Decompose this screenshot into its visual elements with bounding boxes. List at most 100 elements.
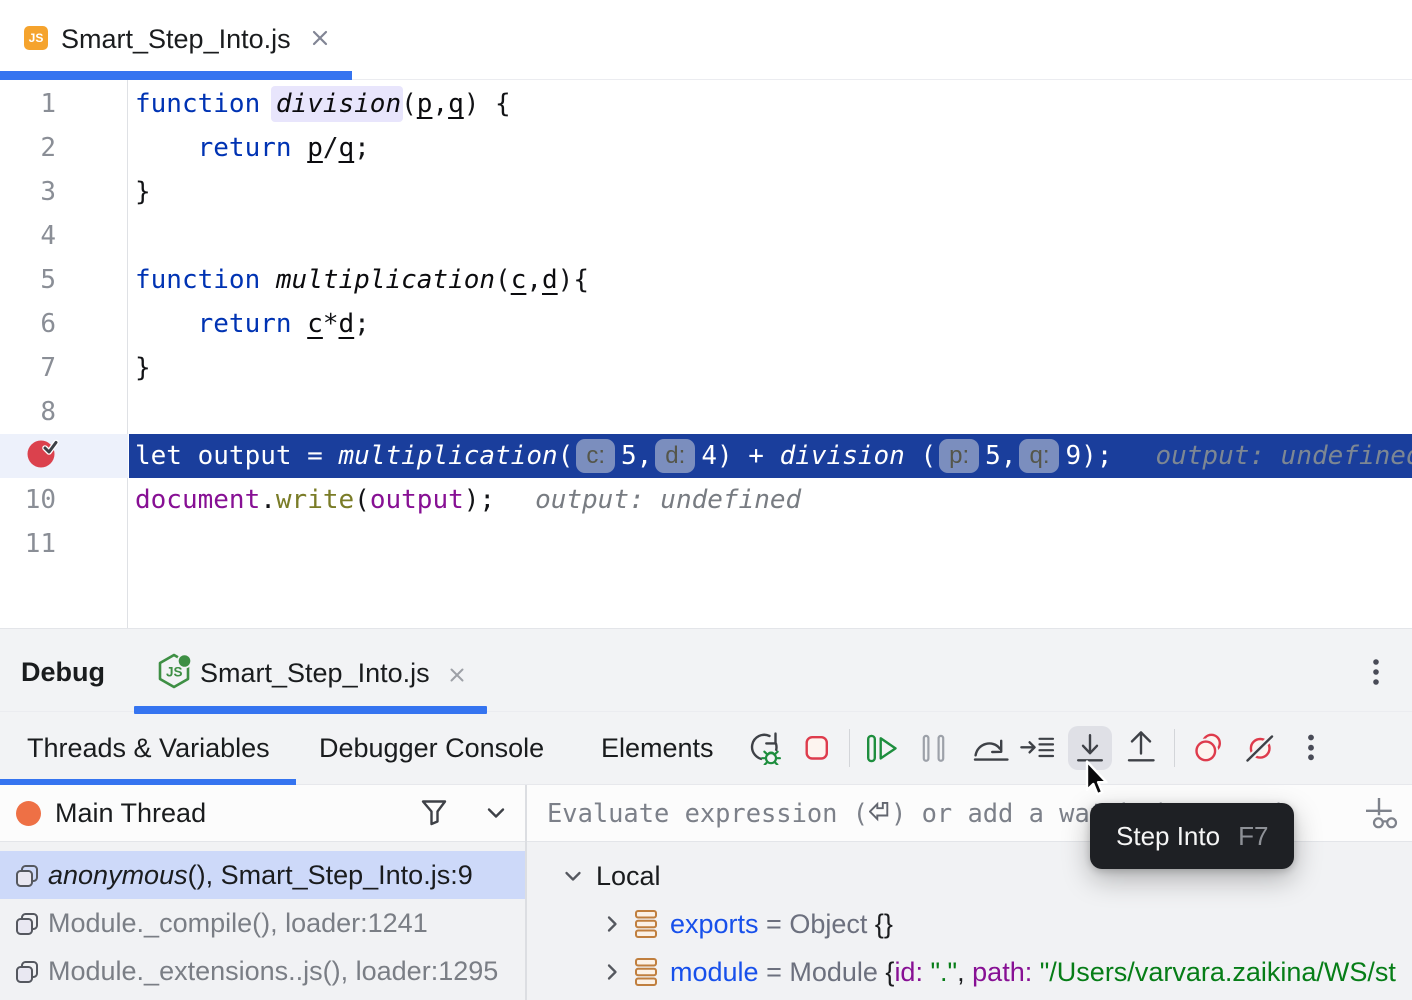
variable-type: Module	[789, 957, 878, 987]
pause-button[interactable]	[911, 726, 955, 770]
code-token: ;	[354, 133, 370, 163]
tree-row-label: module = Module {id: ".", path: "/Users/…	[670, 948, 1396, 996]
code-text-token: 5,	[621, 434, 652, 478]
parameter-token: d	[542, 265, 558, 295]
variable-icon	[634, 957, 658, 987]
code-token: ,	[526, 265, 542, 295]
code-token: ,	[432, 89, 448, 119]
active-tab-underline	[0, 71, 352, 80]
code-token	[260, 265, 276, 295]
breakpoint-icon[interactable]	[26, 437, 60, 471]
code-line-3: }	[129, 170, 1412, 214]
parameter-token: c	[307, 309, 323, 339]
frame-row[interactable]: Module._extensions..js(), loader:1295	[0, 947, 525, 995]
variable-name: exports	[670, 909, 759, 939]
debug-panel-title: Debug	[21, 657, 105, 688]
rerun-debug-button[interactable]	[742, 726, 786, 770]
string-value-token: "."	[923, 957, 957, 987]
code-line-2: return p/q;	[129, 126, 1412, 170]
close-icon[interactable]	[308, 26, 332, 50]
code-editor[interactable]: 1 2 3 4 5 6 7 8 10 11 function division(…	[0, 80, 1412, 628]
funnel-icon[interactable]	[416, 795, 452, 831]
tab-elements[interactable]: Elements	[601, 712, 714, 785]
thread-name: Main Thread	[55, 798, 206, 829]
inline-debugger-value: output: undefined	[535, 485, 801, 515]
tree-row-label: exports = Object {}	[670, 900, 893, 948]
code-text-token: 9);	[1065, 434, 1112, 478]
parameter-token: q	[339, 133, 355, 163]
mute-breakpoints-icon	[1240, 731, 1280, 765]
active-view-tab-underline	[0, 779, 296, 785]
frame-row-current[interactable]: anonymous(), Smart_Step_Into.js:9	[0, 851, 525, 899]
toolbar-more-button[interactable]	[1289, 726, 1333, 770]
more-vertical-icon[interactable]	[1364, 652, 1388, 692]
tab-threads-variables[interactable]: Threads & Variables	[27, 712, 270, 785]
gutter-line-7: 7	[0, 346, 128, 390]
variable-type: Object	[789, 909, 867, 939]
active-session-tab-underline	[134, 706, 487, 714]
close-icon[interactable]	[447, 665, 467, 685]
highlighted-identifier: division	[271, 86, 403, 122]
code-token: *	[323, 309, 339, 339]
code-token: }	[135, 177, 151, 207]
variable-row-exports[interactable]: exports = Object {}	[527, 900, 1412, 948]
mute-breakpoints-button[interactable]	[1238, 726, 1282, 770]
line-number: 7	[40, 346, 56, 390]
chevron-right-icon[interactable]	[598, 958, 626, 986]
frame-location: (), Smart_Step_Into.js:9	[188, 860, 473, 890]
resume-button[interactable]	[860, 726, 904, 770]
variable-value: {}	[867, 909, 893, 939]
editor-gutter[interactable]: 1 2 3 4 5 6 7 8 10 11	[0, 80, 128, 628]
view-breakpoints-button[interactable]	[1187, 726, 1231, 770]
gutter-line-10: 10	[0, 478, 128, 522]
force-step-into-button[interactable]	[1015, 726, 1059, 770]
view-breakpoints-icon	[1189, 731, 1229, 765]
step-over-button[interactable]	[967, 726, 1011, 770]
frame-row[interactable]: Module._compile(), loader:1241	[0, 899, 525, 947]
code-text-token: 4) +	[701, 434, 779, 478]
chevron-down-icon[interactable]	[482, 799, 510, 827]
chevron-down-icon[interactable]	[559, 862, 587, 890]
line-number: 11	[25, 522, 56, 566]
tooltip-label: Step Into	[1116, 821, 1220, 852]
variable-row-module[interactable]: module = Module {id: ".", path: "/Users/…	[527, 948, 1412, 996]
frame-location: Module._compile(), loader:1241	[48, 899, 428, 947]
code-token: }	[135, 353, 151, 383]
param-hint-p: p:	[939, 439, 979, 473]
code-token: Evaluate expression (	[547, 798, 868, 828]
parameter-token: c	[511, 265, 527, 295]
thread-selector[interactable]: Main Thread	[0, 785, 525, 841]
parameter-token: p	[307, 133, 323, 163]
code-area[interactable]: function division(p,q) { return p/q; } f…	[129, 80, 1412, 628]
code-line-11	[129, 522, 1412, 566]
code-text-token: let output =	[135, 434, 339, 478]
keyword-token: return	[198, 309, 292, 339]
code-line-9-execution-point: let output = multiplication(c:5,d:4) + d…	[129, 434, 1412, 478]
keyword-token: return	[198, 133, 292, 163]
running-badge	[179, 655, 191, 667]
code-token	[292, 133, 308, 163]
gutter-line-4: 4	[0, 214, 128, 258]
step-out-button[interactable]	[1119, 726, 1163, 770]
stop-button[interactable]	[794, 726, 838, 770]
code-token: (	[354, 485, 370, 515]
global-variable-token: output	[370, 485, 464, 515]
gutter-line-9	[0, 434, 128, 478]
line-number: 5	[40, 258, 56, 302]
pause-icon	[916, 731, 950, 765]
chevron-right-icon[interactable]	[598, 910, 626, 938]
object-key-token: id:	[894, 957, 923, 987]
gutter-line-1: 1	[0, 82, 128, 126]
code-token: (	[401, 89, 417, 119]
thread-status-icon	[16, 801, 41, 826]
code-token: (	[495, 265, 511, 295]
debug-session-tab-title: Smart_Step_Into.js	[200, 658, 430, 689]
variable-value-text: ,	[957, 957, 972, 987]
code-token: ;	[354, 309, 370, 339]
frames-list: anonymous(), Smart_Step_Into.js:9 Module…	[0, 842, 525, 1000]
line-number: 2	[40, 126, 56, 170]
tab-debugger-console[interactable]: Debugger Console	[319, 712, 544, 785]
code-line-7: }	[129, 346, 1412, 390]
add-watch-icon[interactable]	[1357, 792, 1399, 836]
group-name: Local	[596, 852, 661, 900]
